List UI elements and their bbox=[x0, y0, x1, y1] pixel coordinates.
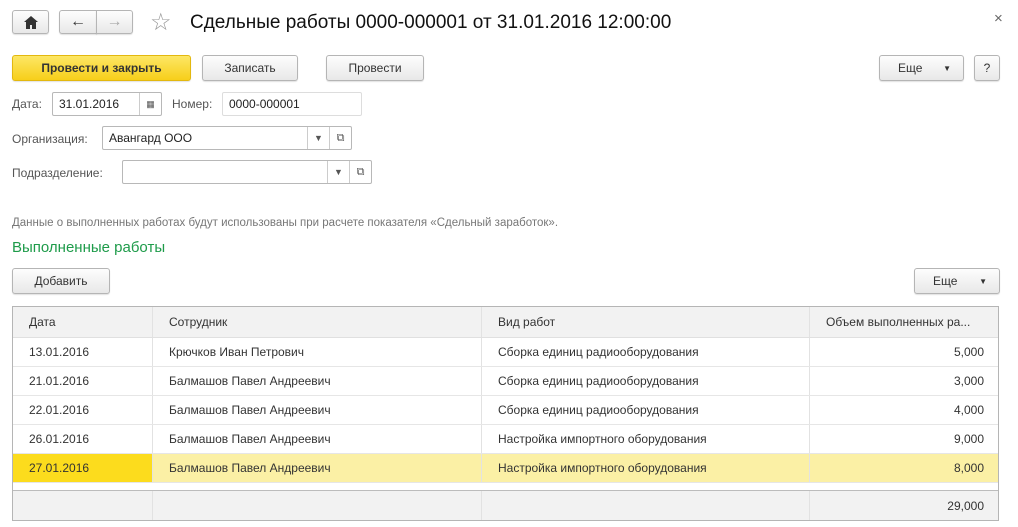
post-button[interactable]: Провести bbox=[326, 55, 424, 81]
cell-work-type: Сборка единиц радиооборудования bbox=[482, 367, 810, 395]
number-value: 0000-000001 bbox=[229, 97, 300, 111]
dropdown-arrow-icon: ▼ bbox=[943, 63, 951, 73]
cell-volume: 9,000 bbox=[953, 432, 984, 446]
table-row[interactable]: 21.01.2016 Балмашов Павел Андреевич Сборка… bbox=[13, 367, 998, 396]
table-footer: 29,000 bbox=[13, 490, 998, 520]
date-value: 31.01.2016 bbox=[59, 97, 120, 111]
cell-volume: 4,000 bbox=[953, 403, 984, 417]
number-label: Номер: bbox=[172, 97, 213, 111]
star-favorite-icon[interactable]: ☆ bbox=[150, 8, 172, 37]
number-field[interactable]: 0000-000001 bbox=[222, 92, 362, 116]
table-row[interactable]: 26.01.2016 Балмашов Павел Андреевич Настро… bbox=[13, 425, 998, 454]
organization-value: Авангард ООО bbox=[109, 131, 193, 145]
home-icon bbox=[23, 15, 38, 29]
save-button[interactable]: Записать bbox=[202, 55, 298, 81]
cell-date: 26.01.2016 bbox=[13, 425, 153, 453]
cell-employee: Балмашов Павел Андреевич bbox=[153, 367, 482, 395]
arrow-left-icon: ← bbox=[70, 13, 86, 30]
table-more-button[interactable]: Еще ▼ bbox=[914, 268, 1000, 294]
post-and-close-button[interactable]: Провести и закрыть bbox=[12, 55, 191, 81]
footer-cell bbox=[482, 491, 810, 520]
cell-work-type: Настройка импортного оборудования bbox=[482, 454, 810, 482]
date-label: Дата: bbox=[12, 97, 42, 111]
cell-employee: Балмашов Павел Андреевич bbox=[153, 396, 482, 424]
cell-volume: 5,000 bbox=[953, 345, 984, 359]
table-row[interactable]: 22.01.2016 Балмашов Павел Андреевич Сборка… bbox=[13, 396, 998, 425]
works-table: Дата Сотрудник Вид работ Объем выполненн… bbox=[12, 306, 999, 521]
dropdown-arrow-icon[interactable]: ▼ bbox=[307, 127, 329, 149]
dropdown-arrow-icon: ▼ bbox=[979, 276, 987, 286]
department-label: Подразделение: bbox=[12, 166, 103, 180]
open-icon[interactable]: ⧉ bbox=[329, 127, 351, 149]
cell-date: 13.01.2016 bbox=[13, 338, 153, 366]
help-button[interactable]: ? bbox=[974, 55, 1000, 81]
table-header: Дата Сотрудник Вид работ Объем выполненн… bbox=[13, 307, 998, 338]
more-label: Еще bbox=[933, 274, 958, 288]
cell-employee: Балмашов Павел Андреевич bbox=[153, 454, 482, 482]
total-volume: 29,000 bbox=[947, 498, 984, 513]
arrow-right-icon: → bbox=[106, 13, 123, 30]
cell-volume: 3,000 bbox=[953, 374, 984, 388]
footer-cell bbox=[13, 491, 153, 520]
department-field[interactable]: ▼ ⧉ bbox=[122, 160, 372, 184]
more-label: Еще bbox=[898, 61, 923, 75]
cell-work-type: Настройка импортного оборудования bbox=[482, 425, 810, 453]
cell-employee: Балмашов Павел Андреевич bbox=[153, 425, 482, 453]
calendar-icon[interactable]: ▦ bbox=[139, 93, 161, 115]
organization-field[interactable]: Авангард ООО ▼ ⧉ bbox=[102, 126, 352, 150]
column-header-date[interactable]: Дата bbox=[13, 307, 153, 337]
table-row-selected[interactable]: 27.01.2016 Балмашов Павел Андреевич Настро… bbox=[13, 454, 998, 483]
back-button[interactable]: ← bbox=[59, 10, 97, 34]
forward-button[interactable]: → bbox=[96, 10, 133, 34]
footer-cell bbox=[153, 491, 482, 520]
column-header-work-type[interactable]: Вид работ bbox=[482, 307, 810, 337]
open-icon[interactable]: ⧉ bbox=[349, 161, 371, 183]
cell-volume: 8,000 bbox=[810, 454, 998, 482]
organization-label: Организация: bbox=[12, 132, 88, 146]
section-title: Выполненные работы bbox=[12, 239, 166, 256]
column-header-volume[interactable]: Объем выполненных ра... bbox=[810, 307, 998, 337]
cell-employee: Крючков Иван Петрович bbox=[153, 338, 482, 366]
cell-work-type: Сборка единиц радиооборудования bbox=[482, 396, 810, 424]
dropdown-arrow-icon[interactable]: ▼ bbox=[327, 161, 349, 183]
page-title: Сдельные работы 0000-000001 от 31.01.201… bbox=[190, 12, 672, 33]
home-button[interactable] bbox=[12, 10, 49, 34]
table-row[interactable]: 13.01.2016 Крючков Иван Петрович Сборка ед… bbox=[13, 338, 998, 367]
add-button[interactable]: Добавить bbox=[12, 268, 110, 294]
close-icon[interactable]: × bbox=[994, 10, 1003, 27]
column-header-employee[interactable]: Сотрудник bbox=[153, 307, 482, 337]
info-text: Данные о выполненных работах будут испол… bbox=[12, 217, 559, 229]
cell-date: 21.01.2016 bbox=[13, 367, 153, 395]
more-button[interactable]: Еще ▼ bbox=[879, 55, 964, 81]
cell-date: 22.01.2016 bbox=[13, 396, 153, 424]
date-field[interactable]: 31.01.2016 ▦ bbox=[52, 92, 162, 116]
cell-work-type: Сборка единиц радиооборудования bbox=[482, 338, 810, 366]
cell-date: 27.01.2016 bbox=[13, 454, 153, 482]
